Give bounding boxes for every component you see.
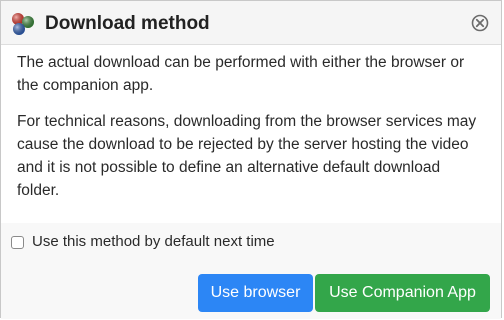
dialog-body: The actual download can be performed wit…	[1, 45, 501, 223]
technical-note-paragraph: For technical reasons, downloading from …	[17, 113, 477, 199]
default-method-checkbox-row[interactable]: Use this method by default next time	[11, 232, 275, 252]
close-circle-icon[interactable]	[471, 14, 489, 32]
dialog-footer: Use this method by default next time Use…	[1, 223, 501, 319]
download-method-dialog: Download method The actual download can …	[0, 0, 502, 319]
vdh-logo-icon	[12, 13, 34, 35]
dialog-header: Download method	[1, 1, 501, 45]
intro-paragraph: The actual download can be performed wit…	[17, 54, 465, 94]
dialog-title: Download method	[45, 13, 210, 34]
default-method-checkbox-label: Use this method by default next time	[32, 233, 275, 250]
use-browser-button[interactable]: Use browser	[198, 274, 313, 312]
default-method-checkbox[interactable]	[11, 235, 24, 249]
use-companion-app-button[interactable]: Use Companion App	[315, 274, 490, 312]
